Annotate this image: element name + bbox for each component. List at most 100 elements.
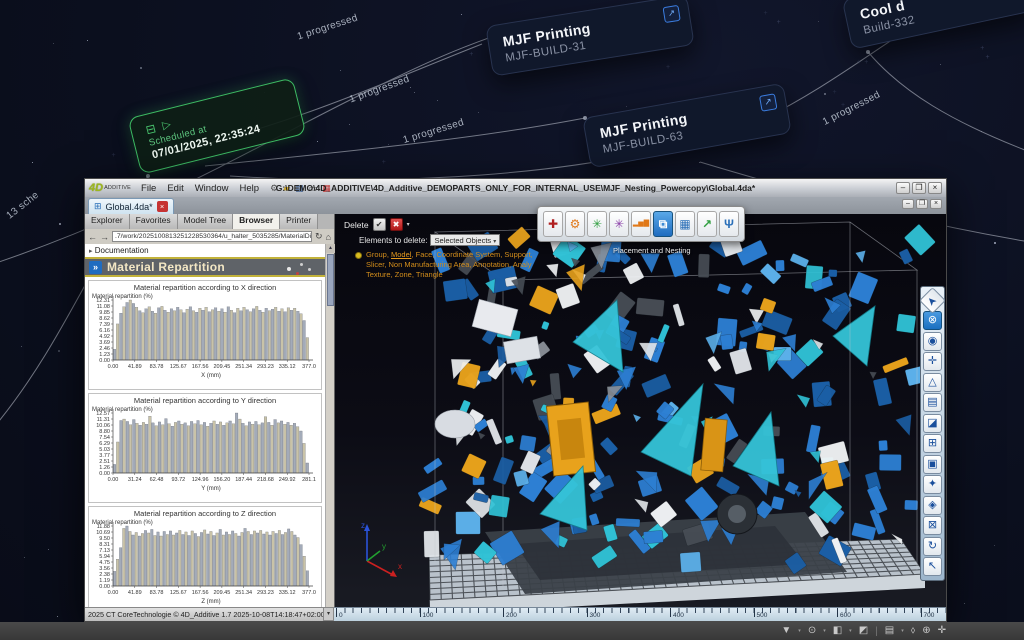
report-header: » Material Repartition [85,257,325,277]
key-icon[interactable]: ⚙ [270,183,278,193]
duplicate-tool[interactable]: ⧉ [653,211,673,237]
svg-text:251.34: 251.34 [235,364,252,370]
cancel-delete-button[interactable]: ✖ [390,218,403,231]
home-icon[interactable]: ⌂ [326,232,331,242]
frame-select-tool[interactable]: ◈ [923,496,942,515]
move-tool[interactable]: ✛ [923,352,942,371]
layers-icon-caret[interactable]: ▾ [901,628,904,634]
viewport-3d[interactable]: Delete ✔ ✖ ▾ Elements to delete: Selecte… [335,214,946,607]
render-mode-icon[interactable]: ◧ [833,623,842,639]
chart-z-direction: Material repartition according to Z dire… [88,506,322,607]
address-input[interactable]: .7/work/2025100813251228530364/u_halter_… [112,231,312,242]
tab-close-icon[interactable]: × [157,201,168,212]
svg-text:X (mm): X (mm) [201,373,221,379]
svg-text:335.12: 335.12 [279,364,296,370]
lock-tool[interactable]: ▣ [923,455,942,474]
star-dot [461,14,462,15]
filter-icon[interactable]: ▼ [781,623,791,639]
panel-tab-explorer[interactable]: Explorer [85,214,130,229]
title-bar[interactable]: 4D ADDITIVE FileEditWindowHelp ⚙▰▦▭▦ G:\… [85,179,946,197]
delete-box-tool[interactable]: ⊠ [923,516,942,535]
external-link-icon[interactable]: ↗ [759,93,778,112]
triangle-tool[interactable]: △ [923,373,942,392]
star-dot [437,100,438,101]
chart-plot: Material repartition (%)11.8810.699.508.… [89,518,317,607]
chart-title: Material repartition according to Y dire… [89,394,321,405]
panel-tab-favorites[interactable]: Favorites [130,214,178,229]
printer-icon[interactable]: ▭ [309,183,318,193]
wrench-tool[interactable]: ⚙ [565,211,585,237]
refresh-icon[interactable]: ↻ [315,231,323,242]
menu-window[interactable]: Window [195,183,229,194]
delete-caret-icon[interactable]: ▾ [407,221,410,228]
tab-global-4da[interactable]: ⊞ Global.4da* × [88,198,174,214]
add-group-tool[interactable]: ▤ [923,393,942,412]
nesting-list-tool[interactable]: ▦ [675,211,695,237]
minimize-button[interactable]: – [896,182,910,194]
forward-icon[interactable]: → [100,232,109,242]
svg-text:0.00: 0.00 [108,477,119,483]
select-arrow-tool[interactable]: ➤ [919,287,946,314]
external-link-icon[interactable]: ↗ [662,5,680,23]
confirm-delete-button[interactable]: ✔ [373,218,386,231]
panel-tab-model-tree[interactable]: Model Tree [178,214,234,229]
deselect-tool[interactable]: ⊗ [923,311,942,330]
axis-z-label: z [361,521,365,530]
menu-file[interactable]: File [141,183,156,194]
import-tool[interactable]: ◪ [923,414,942,433]
antenna-tool[interactable]: Ψ [719,211,739,237]
visibility-icon[interactable]: ⊙ [808,623,816,639]
chart-title: Material repartition according to X dire… [89,281,321,292]
scrollbar-thumb[interactable] [327,254,334,306]
green-asterisk-tool[interactable]: ✳ [587,211,607,237]
svg-text:377.0: 377.0 [302,364,316,370]
lasso-select-tool[interactable]: ↖ [923,557,942,576]
doc-restore-button[interactable]: ❐ [916,199,928,209]
back-icon[interactable]: ← [88,232,97,242]
close-button[interactable]: × [928,182,942,194]
svg-text:251.34: 251.34 [235,590,252,596]
menu-help[interactable]: Help [240,183,260,194]
pan-icon[interactable]: ✛ [938,623,946,639]
doc-minimize-button[interactable]: – [902,199,914,209]
menu-edit[interactable]: Edit [167,183,183,194]
panel-scrollbar[interactable]: ▲ [325,244,334,607]
magic-wand-tool[interactable]: ✦ [923,475,942,494]
ruler-label: 200 [506,612,517,619]
status-caret-icon[interactable]: ▾ [323,607,334,621]
doc-close-button[interactable]: × [930,199,942,209]
bullet-icon [355,252,362,259]
components-tool[interactable]: ⊞ [923,434,942,453]
bar-chart-tool[interactable]: ▂▅▇ [631,211,651,237]
filter-icon-caret[interactable]: ▾ [798,628,801,634]
ruler-major-tick [921,608,922,617]
documentation-link[interactable]: ▸ Documentation [85,244,325,257]
panel-tab-browser[interactable]: Browser [233,214,280,229]
visibility-icon-caret[interactable]: ▾ [823,628,826,634]
panel-tab-printer[interactable]: Printer [280,214,318,229]
logo-dot [296,272,299,275]
scroll-up-icon[interactable]: ▲ [326,244,335,253]
repair-tool[interactable]: ✚ [543,211,563,237]
star-plus: + [763,10,767,17]
separator: | [875,626,878,637]
elements-dropdown[interactable]: Selected Objects ▾ [430,234,500,246]
status-bar: 2025 CT CoreTechnologie © 4D_Additive 1.… [85,607,323,621]
clip-plane-icon[interactable]: ⬨ [911,623,916,639]
restore-button[interactable]: ❐ [912,182,926,194]
layers-icon[interactable]: ▤ [885,623,894,639]
folder-icon[interactable]: ▰ [283,183,290,193]
menu-bar-icons: ⚙ ▰ ▦ ▭ ▦ [270,183,336,194]
purple-asterisk-tool[interactable]: ✳ [609,211,629,237]
render-mode-icon-caret[interactable]: ▾ [849,628,852,634]
center-view-icon[interactable]: ⊕ [922,623,930,639]
star-plus: + [832,89,836,96]
save-icon[interactable]: ▦ [295,183,304,193]
rotate-view-tool[interactable]: ↻ [923,537,942,556]
export-tool[interactable]: ↗ [697,211,717,237]
red-grid-icon[interactable]: ▦ [322,183,331,193]
select-point-tool[interactable]: ◉ [923,332,942,351]
play-icon[interactable]: ▷ [161,118,172,132]
shaded-cube-icon[interactable]: ◩ [859,623,868,639]
model-link[interactable]: Model [391,250,411,259]
